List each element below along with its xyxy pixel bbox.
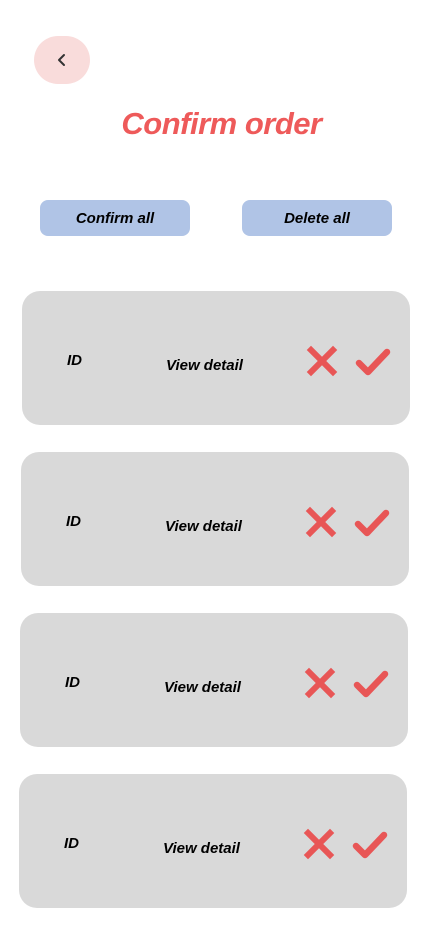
confirm-all-button[interactable]: Confirm all [40,200,190,236]
check-icon[interactable] [354,507,390,539]
order-id-label: ID [64,835,79,852]
close-icon[interactable] [305,506,337,538]
check-icon[interactable] [352,829,388,861]
order-id-label: ID [66,513,81,530]
order-card: ID View detail [20,613,408,747]
delete-all-button[interactable]: Delete all [242,200,392,236]
view-detail-link[interactable]: View detail [165,518,242,535]
view-detail-link[interactable]: View detail [164,679,241,696]
close-icon[interactable] [304,667,336,699]
back-button[interactable] [34,36,90,84]
check-icon[interactable] [353,668,389,700]
check-icon[interactable] [355,346,391,378]
chevron-left-icon [56,53,68,67]
view-detail-link[interactable]: View detail [163,840,240,857]
close-icon[interactable] [306,345,338,377]
order-card: ID View detail [19,774,407,908]
order-id-label: ID [65,674,80,691]
order-card: ID View detail [22,291,410,425]
order-card: ID View detail [21,452,409,586]
order-id-label: ID [67,352,82,369]
view-detail-link[interactable]: View detail [166,357,243,374]
close-icon[interactable] [303,828,335,860]
page-title: Confirm order [121,106,322,141]
